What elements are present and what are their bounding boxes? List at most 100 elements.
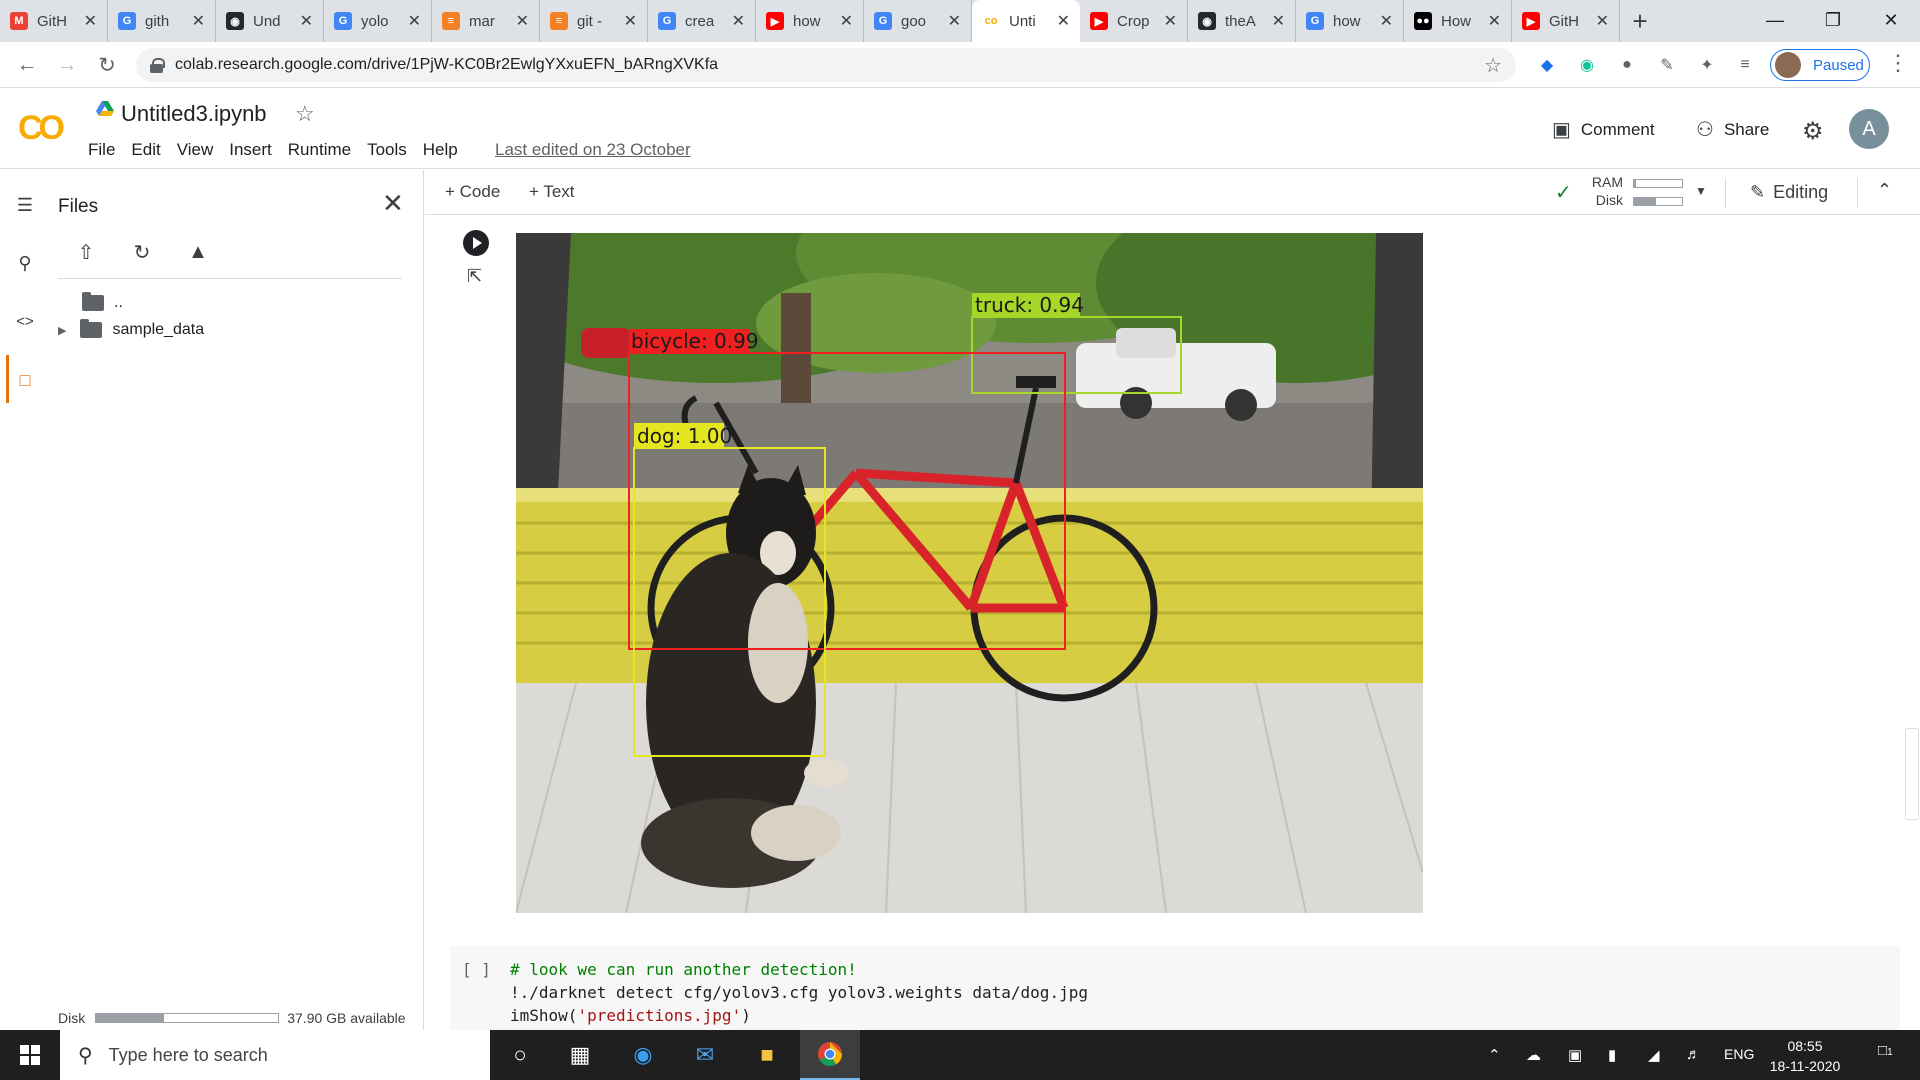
comment-button[interactable]: ▣ Comment	[1552, 117, 1655, 142]
folder-row-sample-data[interactable]: ▶ sample_data	[58, 319, 204, 339]
parent-dir-row[interactable]: ..	[82, 292, 123, 312]
reload-icon[interactable]: ↻	[92, 50, 122, 80]
browser-tab[interactable]: ▶ how ✕	[756, 0, 864, 42]
browser-tab[interactable]: Gyolo ✕	[324, 0, 432, 42]
add-text-button[interactable]: + Text	[529, 182, 575, 202]
colab-logo[interactable]: CO	[18, 109, 65, 148]
close-window-button[interactable]: ✕	[1862, 0, 1920, 40]
browser-tab[interactable]: ≡ mar ✕	[432, 0, 540, 42]
lock-icon[interactable]	[150, 58, 165, 73]
browser-tab[interactable]: ≡ git - ✕	[540, 0, 648, 42]
user-avatar[interactable]: A	[1849, 109, 1889, 149]
close-tab-icon[interactable]: ✕	[84, 11, 97, 31]
taskbar-search[interactable]: ⚲ Type here to search	[60, 1030, 490, 1080]
add-code-button[interactable]: + Code	[445, 182, 500, 202]
menu-runtime[interactable]: Runtime	[288, 140, 351, 160]
clock[interactable]: 08:55 18-11-2020	[1750, 1036, 1860, 1076]
forward-icon[interactable]: →	[52, 50, 82, 80]
settings-gear-icon[interactable]: ⚙	[1802, 117, 1824, 146]
menu-file[interactable]: File	[88, 140, 115, 160]
close-tab-icon[interactable]: ✕	[192, 11, 205, 31]
browser-menu-icon[interactable]: ⋮	[1886, 50, 1910, 80]
menu-view[interactable]: View	[177, 140, 214, 160]
file-explorer-icon[interactable]: ■	[737, 1030, 797, 1080]
url-bar[interactable]: colab.research.google.com/drive/1PjW-KC0…	[136, 48, 1516, 82]
runtime-dropdown-icon[interactable]: ▼	[1695, 184, 1707, 198]
scrollbar-thumb[interactable]	[1905, 728, 1919, 820]
browser-tab[interactable]: ◉ Und ✕	[216, 0, 324, 42]
editing-mode-button[interactable]: ✎ Editing	[1750, 182, 1828, 203]
expand-caret-icon[interactable]: ▶	[58, 324, 66, 337]
tray-chevron-icon[interactable]: ⌃	[1488, 1046, 1501, 1064]
display-icon[interactable]: ▣	[1568, 1046, 1582, 1064]
battery-icon[interactable]: ▮	[1608, 1046, 1616, 1064]
browser-tab[interactable]: Gcrea ✕	[648, 0, 756, 42]
search-icon[interactable]: ⚲	[10, 248, 40, 278]
close-tab-icon[interactable]: ✕	[408, 11, 421, 31]
close-tab-icon[interactable]: ✕	[1596, 11, 1609, 31]
browser-tab[interactable]: ◉ theA ✕	[1188, 0, 1296, 42]
last-edited-link[interactable]: Last edited on 23 October	[495, 140, 691, 160]
cell-run-bracket[interactable]: [ ]	[462, 960, 491, 979]
extension-cap-icon[interactable]: ◆	[1536, 54, 1558, 76]
code-editor[interactable]: # look we can run another detection! !./…	[510, 958, 1088, 1027]
extensions-puzzle-icon[interactable]: ✦	[1696, 54, 1718, 76]
browser-tab[interactable]: M GitH ✕	[0, 0, 108, 42]
collapse-header-icon[interactable]: ⌃	[1877, 180, 1892, 201]
menu-tools[interactable]: Tools	[367, 140, 407, 160]
minimize-button[interactable]: —	[1746, 0, 1804, 40]
back-icon[interactable]: ←	[12, 50, 42, 80]
chrome-icon[interactable]	[800, 1030, 860, 1080]
browser-tab[interactable]: ▶ GitH ✕	[1512, 0, 1620, 42]
upload-file-icon[interactable]: ⇧	[72, 238, 100, 266]
close-tab-icon[interactable]: ✕	[948, 11, 961, 31]
mail-icon[interactable]: ✉	[675, 1030, 735, 1080]
notifications-icon[interactable]: □1	[1878, 1042, 1893, 1059]
close-tab-icon[interactable]: ✕	[300, 11, 313, 31]
browser-tab[interactable]: Ggith ✕	[108, 0, 216, 42]
extension-circle-icon[interactable]: ●	[1616, 54, 1638, 76]
profile-button[interactable]: Paused	[1770, 49, 1870, 81]
close-tab-icon[interactable]: ✕	[1057, 11, 1070, 31]
close-tab-icon[interactable]: ✕	[732, 11, 745, 31]
menu-insert[interactable]: Insert	[229, 140, 272, 160]
wifi-icon[interactable]: ◢	[1648, 1046, 1660, 1064]
extension-pen-icon[interactable]: ✎	[1656, 54, 1678, 76]
close-tab-icon[interactable]: ✕	[516, 11, 529, 31]
onedrive-icon[interactable]: ☁	[1526, 1046, 1541, 1064]
close-tab-icon[interactable]: ✕	[840, 11, 853, 31]
menu-help[interactable]: Help	[423, 140, 458, 160]
close-tab-icon[interactable]: ✕	[1488, 11, 1501, 31]
bookmark-star-icon[interactable]: ☆	[1484, 53, 1502, 78]
volume-icon[interactable]: ♬	[1686, 1046, 1701, 1063]
star-notebook-icon[interactable]: ☆	[295, 101, 315, 127]
share-button[interactable]: ⚇ Share	[1696, 117, 1769, 142]
code-snippets-icon[interactable]: <>	[10, 306, 40, 336]
browser-tab[interactable]: ▶ Crop ✕	[1080, 0, 1188, 42]
menu-edit[interactable]: Edit	[131, 140, 160, 160]
code-cell[interactable]: [ ] # look we can run another detection!…	[450, 946, 1900, 1030]
browser-tab[interactable]: co Unti ✕	[972, 0, 1080, 42]
start-button[interactable]	[0, 1030, 60, 1080]
browser-tab[interactable]: Ggoo ✕	[864, 0, 972, 42]
reading-list-icon[interactable]: ≡	[1734, 54, 1756, 76]
mount-drive-icon[interactable]: ▲	[184, 238, 212, 266]
output-actions-icon[interactable]: ⇱	[467, 266, 482, 287]
cortana-icon[interactable]: ○	[490, 1030, 550, 1080]
files-folder-icon[interactable]: □	[10, 365, 40, 395]
close-tab-icon[interactable]: ✕	[1164, 11, 1177, 31]
new-tab-button[interactable]: +	[1620, 0, 1660, 42]
close-panel-icon[interactable]: ✕	[382, 188, 404, 219]
browser-tab[interactable]: ●● How ✕	[1404, 0, 1512, 42]
grammarly-icon[interactable]: ◉	[1576, 54, 1598, 76]
run-cell-button[interactable]	[463, 230, 489, 256]
table-of-contents-icon[interactable]: ☰	[10, 190, 40, 220]
close-tab-icon[interactable]: ✕	[1272, 11, 1285, 31]
notebook-title[interactable]: Untitled3.ipynb	[121, 101, 267, 127]
edge-icon[interactable]: ◉	[613, 1030, 673, 1080]
browser-tab[interactable]: Ghow ✕	[1296, 0, 1404, 42]
close-tab-icon[interactable]: ✕	[1380, 11, 1393, 31]
restore-button[interactable]: ❐	[1804, 0, 1862, 40]
task-view-icon[interactable]: ▦	[550, 1030, 610, 1080]
refresh-folder-icon[interactable]: ↻	[128, 238, 156, 266]
